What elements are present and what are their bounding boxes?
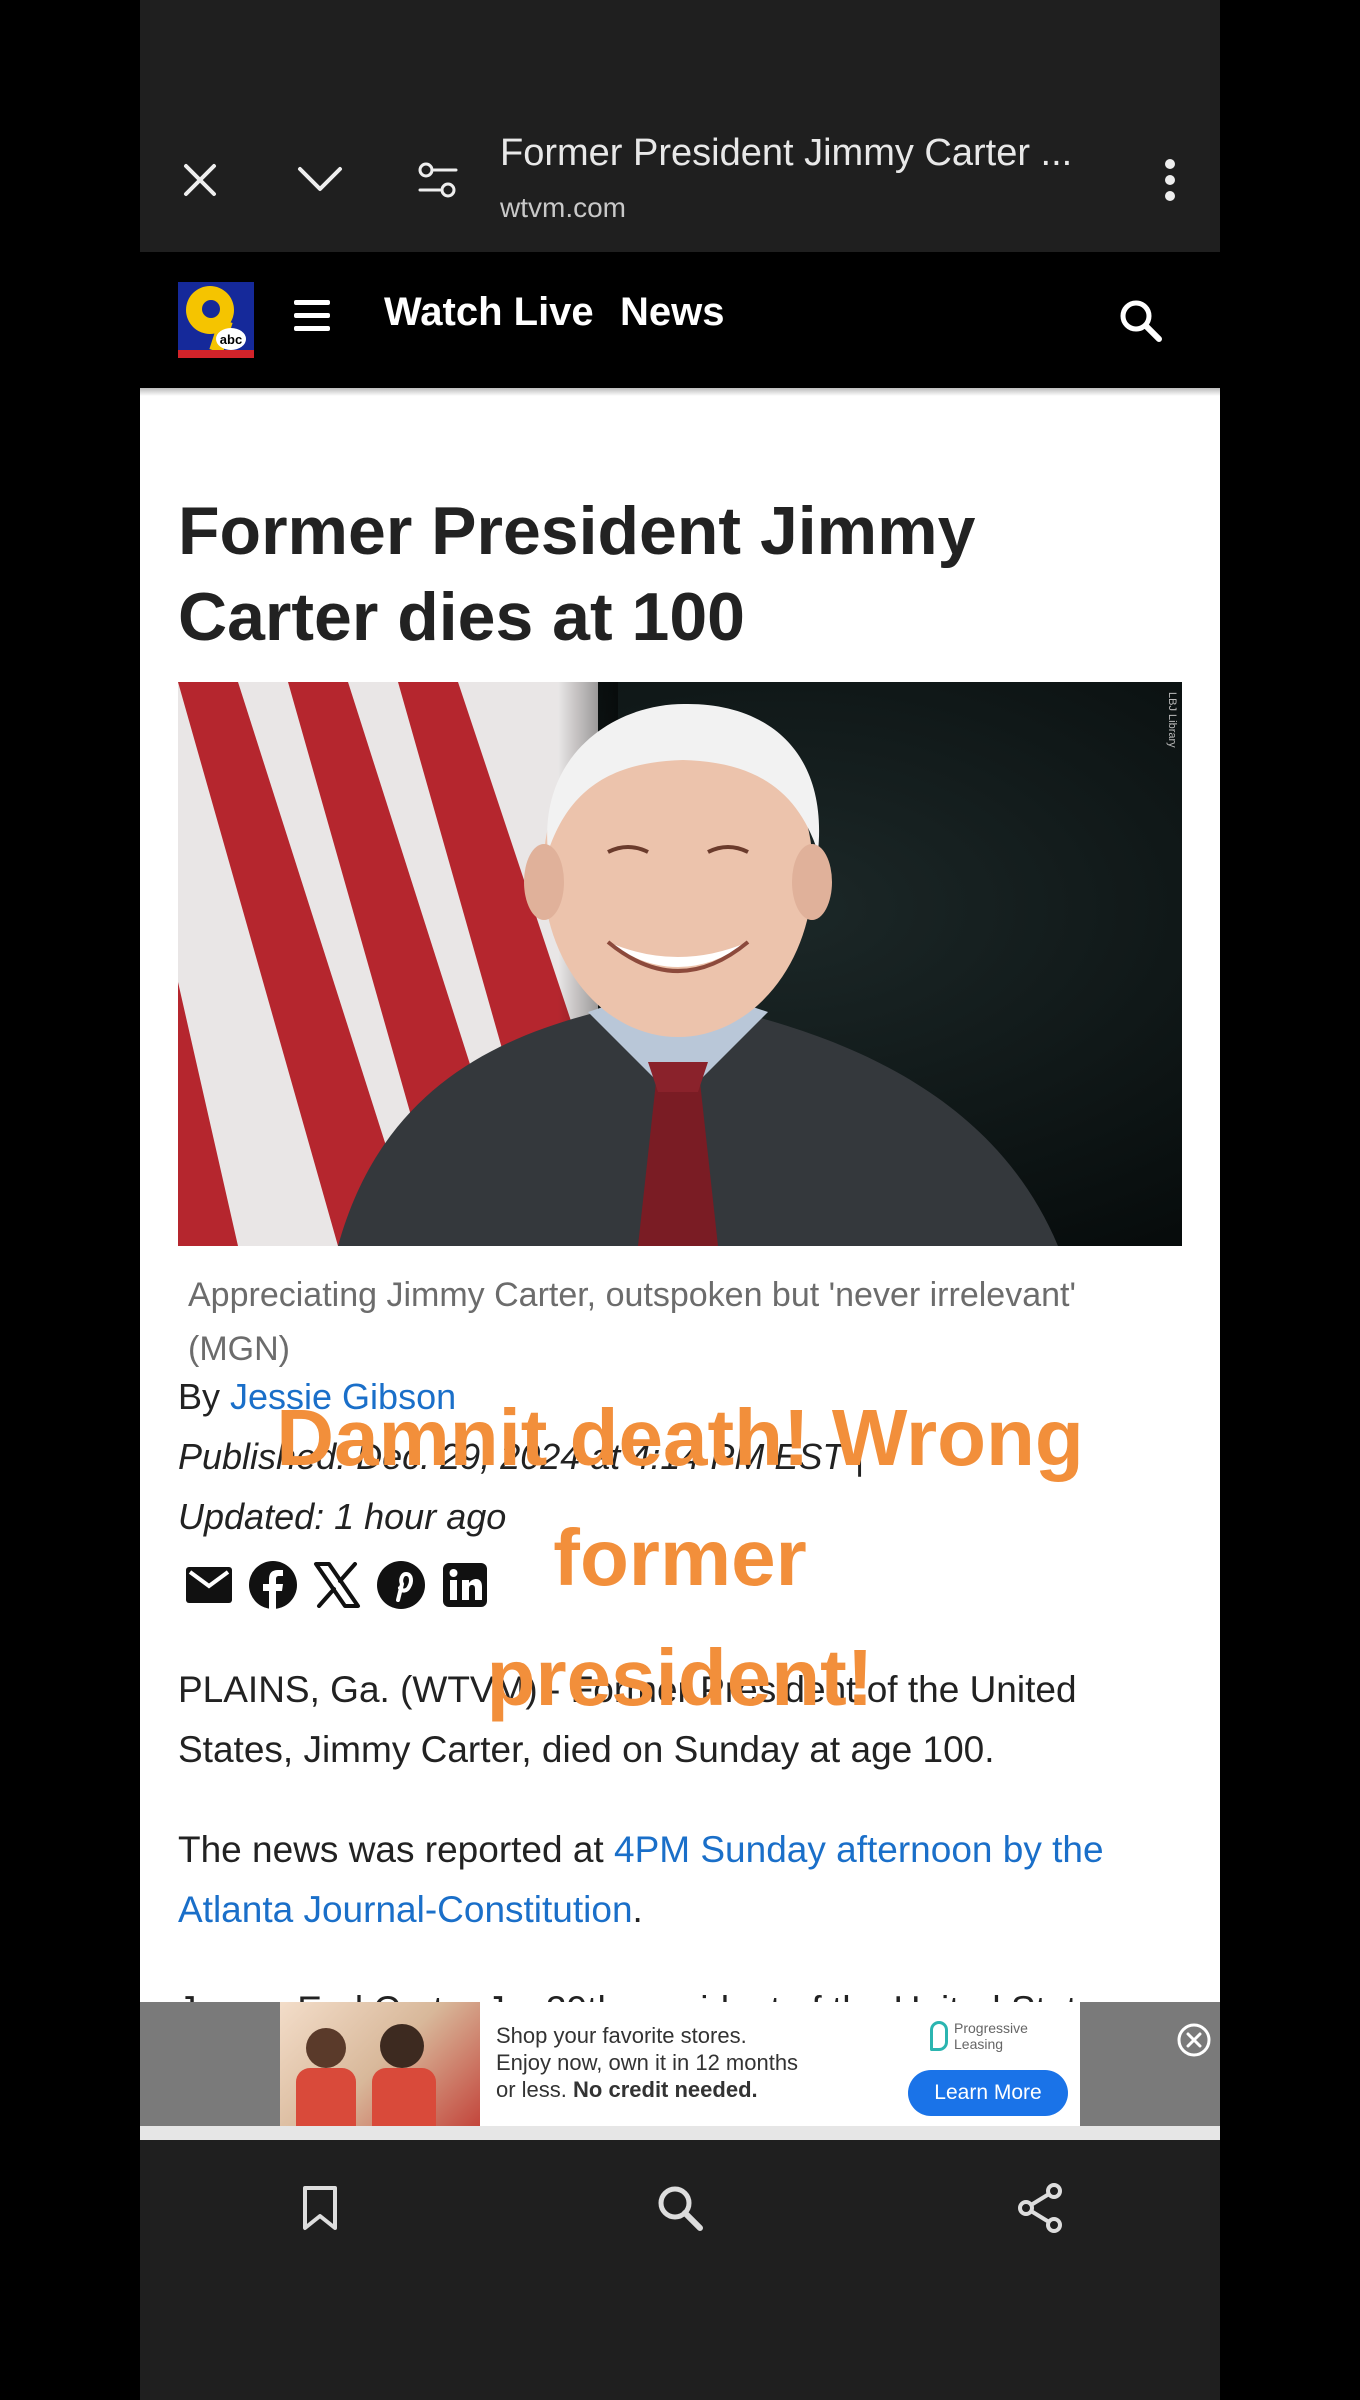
- ad-image[interactable]: [280, 2002, 480, 2126]
- photo-credit: LBJ Library: [1166, 692, 1178, 748]
- nav-news[interactable]: News: [620, 290, 725, 335]
- bottom-toolbar: [140, 2140, 1220, 2400]
- tab-url[interactable]: wtvm.com: [500, 192, 626, 224]
- overlay-caption: Damnit death! Wrong former president!: [140, 1378, 1220, 1738]
- overlay-line-1: Damnit death! Wrong former: [276, 1393, 1084, 1602]
- ad-line-3-prefix: or less.: [496, 2077, 574, 2102]
- chevron-down-icon[interactable]: [290, 150, 350, 210]
- ad-line-1: Shop your favorite stores.: [496, 2023, 747, 2048]
- ad-line-3: or less. No credit needed.: [496, 2076, 876, 2103]
- site-nav: abc Watch Live News: [140, 252, 1220, 388]
- progressive-leasing-logo[interactable]: Progressive Leasing: [930, 2020, 1054, 2052]
- wtvm-logo[interactable]: abc: [178, 282, 254, 358]
- article-photo[interactable]: LBJ Library: [178, 682, 1182, 1246]
- ad-close-icon[interactable]: [1176, 2022, 1212, 2058]
- ad-copy[interactable]: Shop your favorite stores. Enjoy now, ow…: [496, 2022, 876, 2103]
- ad-line-3-strong: No credit needed.: [573, 2077, 758, 2102]
- progressive-leasing-mark-icon: [930, 2021, 948, 2051]
- tab-title[interactable]: Former President Jimmy Carter ...: [500, 132, 1120, 175]
- page-settings-icon[interactable]: [408, 150, 468, 210]
- nav-watch-live[interactable]: Watch Live: [384, 290, 594, 335]
- article: Former President Jimmy Carter dies at 10…: [140, 396, 1220, 2030]
- article-paragraph-2: The news was reported at 4PM Sunday afte…: [178, 1820, 1188, 1940]
- article-headline: Former President Jimmy Carter dies at 10…: [178, 493, 976, 655]
- abc-logo-text: abc: [216, 328, 246, 350]
- close-icon[interactable]: [170, 150, 230, 210]
- ad-brand-name: Progressive Leasing: [954, 2020, 1028, 2052]
- share-icon[interactable]: [1010, 2178, 1070, 2238]
- paragraph-2-suffix: .: [632, 1889, 643, 1930]
- browser-tab-bar: Former President Jimmy Carter ... wtvm.c…: [140, 0, 1220, 252]
- phone-screen: Former President Jimmy Carter ... wtvm.c…: [140, 0, 1220, 2400]
- ad-line-2: Enjoy now, own it in 12 months: [496, 2050, 799, 2075]
- overlay-line-2: president!: [486, 1633, 874, 1722]
- photo-caption: Appreciating Jimmy Carter, outspoken but…: [188, 1276, 1076, 1368]
- more-vert-icon[interactable]: [1140, 150, 1200, 210]
- ad-learn-more-button[interactable]: Learn More: [908, 2070, 1068, 2116]
- search-icon[interactable]: [1116, 296, 1166, 346]
- ad-banner[interactable]: Shop your favorite stores. Enjoy now, ow…: [280, 2002, 1080, 2126]
- menu-icon[interactable]: [294, 300, 330, 332]
- paragraph-2-prefix: The news was reported at: [178, 1829, 614, 1870]
- find-in-page-icon[interactable]: [650, 2178, 710, 2238]
- bookmark-icon[interactable]: [290, 2178, 350, 2238]
